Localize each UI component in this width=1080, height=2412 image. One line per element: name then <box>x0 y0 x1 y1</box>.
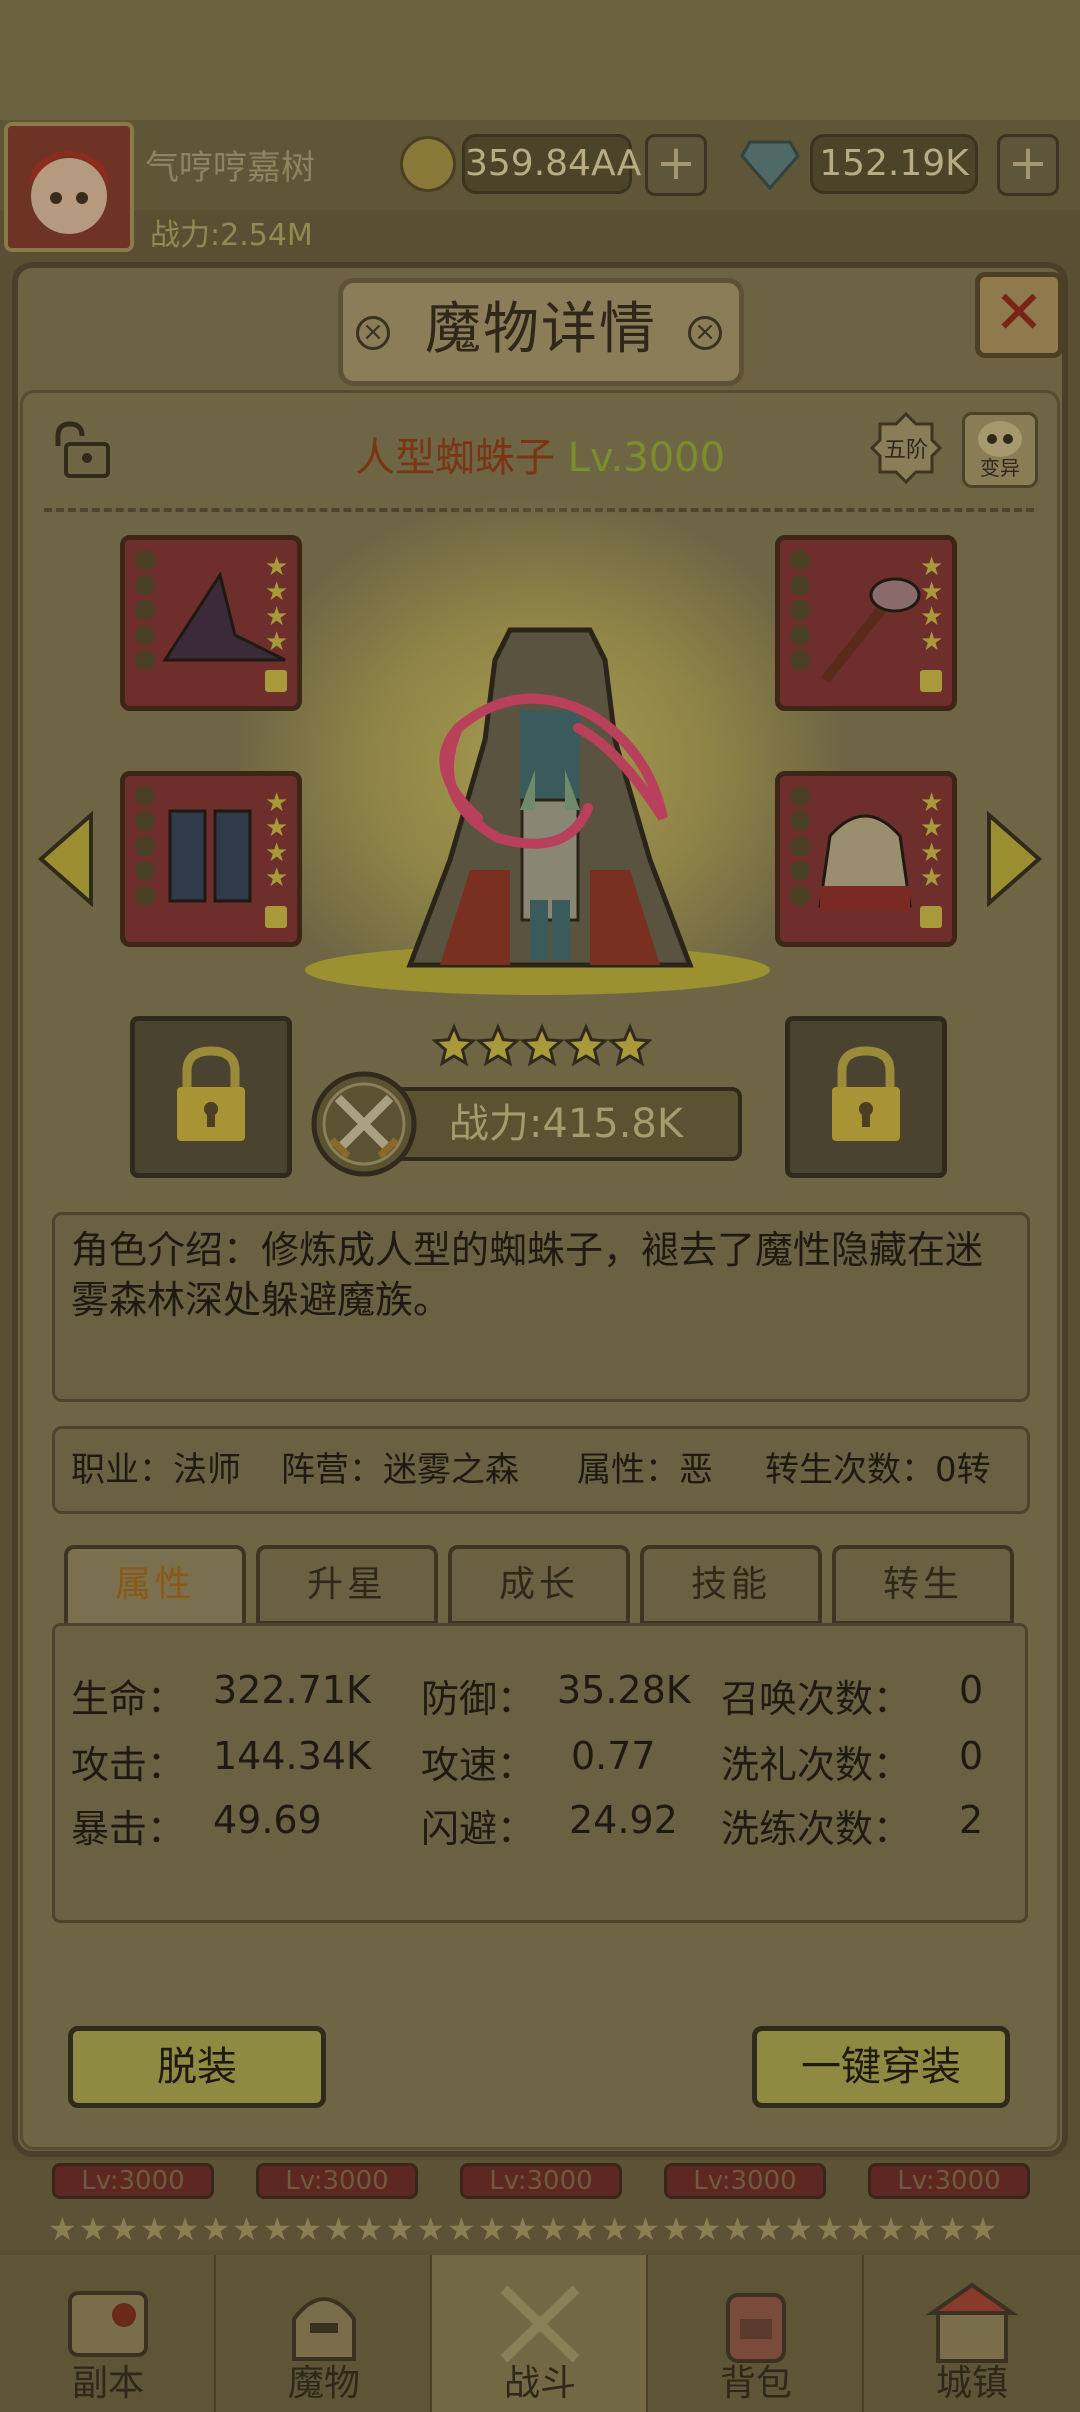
attribute-info: 属性：恶 <box>577 1450 713 1490</box>
nav-label: 背包 <box>719 2363 792 2404</box>
tab-growth[interactable]: 成长 <box>448 1545 630 1625</box>
monster-info-row: 职业：法师 阵营：迷雾之森 属性：恶 转生次数：0转 <box>52 1426 1030 1514</box>
unequip-button[interactable]: 脱装 <box>68 2026 326 2108</box>
gem-icon <box>740 138 800 191</box>
svg-text:★: ★ <box>920 863 943 893</box>
nav-label: 魔物 <box>287 2363 360 2404</box>
tab-star-up[interactable]: 升星 <box>256 1545 438 1625</box>
monster-level: Lv.3000 <box>567 435 726 481</box>
monster-title: 人型蜘蛛子 Lv.3000 <box>300 425 780 483</box>
svg-text:★: ★ <box>265 863 288 893</box>
stat-label-def: 防御： <box>421 1677 536 1721</box>
red-circle-annotation <box>418 688 678 858</box>
nav-label: 战斗 <box>503 2363 576 2404</box>
roster-level: Lv:3000 <box>664 2163 826 2199</box>
rebirth-info: 转生次数：0转 <box>765 1450 991 1490</box>
coin-amount: 359.84AA <box>462 134 641 194</box>
nav-town[interactable]: 城镇 <box>864 2255 1080 2412</box>
stats-panel: 生命： 322.71K 防御： 35.28K 召唤次数： 0 攻击： 144.3… <box>52 1623 1028 1923</box>
stat-value-refine: 2 <box>959 1798 984 1842</box>
tab-attributes[interactable]: 属性 <box>64 1545 246 1631</box>
avatar-portrait-icon <box>8 126 130 248</box>
tab-skills[interactable]: 技能 <box>640 1545 822 1625</box>
next-monster-arrow-icon[interactable] <box>984 810 1044 908</box>
nav-label: 城镇 <box>935 2363 1008 2404</box>
monster-power: 战力:415.8K <box>390 1087 742 1161</box>
modal-title: 魔物详情 <box>425 297 657 362</box>
nav-dungeon[interactable]: 副本 <box>0 2255 216 2412</box>
stat-value-aspd: 0.77 <box>571 1734 656 1778</box>
star-icon <box>563 1023 609 1067</box>
roster-level: Lv:3000 <box>460 2163 622 2199</box>
lock-icon <box>177 1046 245 1141</box>
star-icon <box>431 1023 477 1067</box>
equip-slot-boots[interactable]: ★ ★ ★ ★ <box>120 771 302 947</box>
camp-info: 阵营：迷雾之森 <box>281 1450 519 1490</box>
equip-slot-hat[interactable]: ★ ★ ★ ★ <box>120 535 302 711</box>
tier-badge-label: 五阶 <box>883 438 928 463</box>
stat-label-atk: 攻击： <box>71 1743 186 1787</box>
stat-value-dodge: 24.92 <box>569 1798 678 1842</box>
mutate-face-icon <box>978 421 1022 457</box>
unlock-icon[interactable] <box>48 420 112 480</box>
locked-slot-left[interactable] <box>130 1016 292 1178</box>
stat-value-summon: 0 <box>959 1668 984 1712</box>
roster-level: Lv:3000 <box>868 2163 1030 2199</box>
stat-value-hp: 322.71K <box>213 1668 371 1712</box>
stat-label-dodge: 闪避： <box>421 1807 536 1851</box>
lock-icon <box>832 1046 900 1141</box>
job-info: 职业：法师 <box>71 1450 241 1490</box>
add-gems-button[interactable]: + <box>997 134 1059 196</box>
nav-battle[interactable]: 战斗 <box>432 2255 648 2412</box>
title-ornament-icon: × <box>688 316 722 350</box>
title-ornament-icon: × <box>356 316 390 350</box>
tab-rebirth[interactable]: 转生 <box>832 1545 1014 1625</box>
mutate-label: 变异 <box>980 456 1020 480</box>
stat-label-summon: 召唤次数： <box>721 1677 912 1721</box>
star-icon <box>607 1023 653 1067</box>
roster-stars: ★★★★★★★★★★★★★★★★★★★★★★★★★★★★★★★ <box>48 2210 1000 2248</box>
stat-value-atk: 144.34K <box>213 1734 371 1778</box>
monster-name: 人型蜘蛛子 <box>354 435 555 481</box>
gem-amount: 152.19K <box>810 134 978 194</box>
stat-label-baptize: 洗礼次数： <box>721 1743 912 1787</box>
game-background <box>0 0 1080 120</box>
monster-description: 角色介绍：修炼成人型的蜘蛛子，褪去了魔性隐藏在迷雾森林深处躲避魔族。 <box>52 1212 1030 1402</box>
player-name: 气哼哼嘉树 <box>145 148 315 188</box>
svg-text:★: ★ <box>265 627 288 657</box>
player-avatar[interactable] <box>4 122 134 252</box>
equip-all-button[interactable]: 一键穿装 <box>752 2026 1010 2108</box>
nav-monsters[interactable]: 魔物 <box>216 2255 432 2412</box>
stat-value-baptize: 0 <box>959 1734 984 1778</box>
nav-backpack[interactable]: 背包 <box>648 2255 864 2412</box>
add-coins-button[interactable]: + <box>645 134 707 196</box>
stat-label-hp: 生命： <box>71 1677 186 1721</box>
star-icon <box>519 1023 565 1067</box>
close-button[interactable]: ✕ <box>975 272 1063 358</box>
stat-value-def: 35.28K <box>557 1668 691 1712</box>
stat-label-crit: 暴击： <box>71 1807 186 1851</box>
star-rating <box>431 1022 653 1072</box>
stat-label-refine: 洗练次数： <box>721 1807 912 1851</box>
svg-text:★: ★ <box>920 627 943 657</box>
equip-slot-weapon[interactable]: ★ ★ ★ ★ <box>775 535 957 711</box>
player-power: 战力:2.54M <box>150 218 313 253</box>
roster-level: Lv:3000 <box>256 2163 418 2199</box>
stat-label-aspd: 攻速： <box>421 1743 536 1787</box>
prev-monster-arrow-icon[interactable] <box>36 810 96 908</box>
star-icon <box>475 1023 521 1067</box>
equip-slot-armor[interactable]: ★ ★ ★ ★ <box>775 771 957 947</box>
roster-level: Lv:3000 <box>52 2163 214 2199</box>
crossed-swords-icon <box>308 1068 420 1180</box>
coin-icon <box>400 136 456 192</box>
locked-slot-right[interactable] <box>785 1016 947 1178</box>
stat-value-crit: 49.69 <box>213 1798 322 1842</box>
nav-label: 副本 <box>71 2363 144 2404</box>
